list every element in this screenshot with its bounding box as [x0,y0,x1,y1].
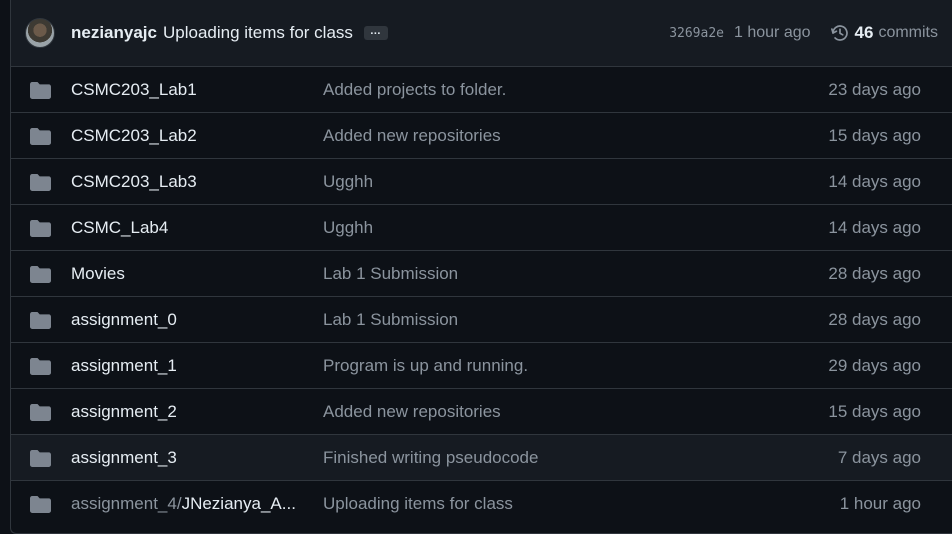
file-commit-message[interactable]: Program is up and running. [323,356,528,376]
file-row[interactable]: assignment_4/JNezianya_A... Uploading it… [11,481,952,527]
commits-count: 46 [854,23,874,42]
file-name[interactable]: CSMC203_Lab1 [71,80,197,100]
expand-commit-button[interactable]: … [363,26,388,40]
commit-sha[interactable]: 3269a2e [669,26,724,41]
file-name[interactable]: CSMC203_Lab2 [71,126,197,146]
file-commit-message[interactable]: Ugghh [323,218,373,238]
file-commit-message[interactable]: Finished writing pseudocode [323,448,538,468]
file-commit-time: 15 days ago [828,401,921,421]
file-row[interactable]: assignment_0 Lab 1 Submission 28 days ag… [11,297,952,343]
folder-icon [30,220,51,237]
folder-icon [30,404,51,421]
avatar[interactable] [25,18,55,48]
file-row[interactable]: CSMC_Lab4 Ugghh 14 days ago [11,205,952,251]
file-name[interactable]: assignment_2 [71,402,177,422]
file-name[interactable]: assignment_3 [71,448,177,468]
commit-message[interactable]: Uploading items for class [163,23,353,43]
file-commit-time: 28 days ago [828,263,921,283]
file-name[interactable]: assignment_0 [71,310,177,330]
file-commit-time: 28 days ago [828,309,921,329]
folder-icon [30,358,51,375]
folder-icon [30,496,51,513]
file-commit-message[interactable]: Lab 1 Submission [323,310,458,330]
folder-icon [30,450,51,467]
file-commit-message[interactable]: Ugghh [323,172,373,192]
history-icon [830,25,848,41]
file-commit-time: 15 days ago [828,125,921,145]
file-row[interactable]: Movies Lab 1 Submission 28 days ago [11,251,952,297]
file-commit-message[interactable]: Added new repositories [323,402,501,422]
file-commit-message[interactable]: Uploading items for class [323,494,513,514]
file-name[interactable]: Movies [71,264,125,284]
file-commit-time: 23 days ago [828,79,921,99]
commits-link[interactable]: 46 commits [830,23,938,43]
file-row[interactable]: assignment_3 Finished writing pseudocode… [11,435,952,481]
folder-icon [30,128,51,145]
folder-icon [30,312,51,329]
file-commit-message[interactable]: Lab 1 Submission [323,264,458,284]
commit-author[interactable]: nezianyajc [71,23,157,43]
file-name[interactable]: CSMC203_Lab3 [71,172,197,192]
file-row[interactable]: CSMC203_Lab3 Ugghh 14 days ago [11,159,952,205]
file-name[interactable]: CSMC_Lab4 [71,218,168,238]
file-commit-message[interactable]: Added new repositories [323,126,501,146]
file-row[interactable]: CSMC203_Lab2 Added new repositories 15 d… [11,113,952,159]
file-browser: nezianyajc Uploading items for class … 3… [10,0,952,534]
file-name[interactable]: assignment_4/JNezianya_A... [71,494,296,514]
file-name-suffix: JNezianya_A... [181,494,296,513]
folder-icon [30,82,51,99]
latest-commit-bar: nezianyajc Uploading items for class … 3… [11,0,952,67]
file-commit-message[interactable]: Added projects to folder. [323,80,506,100]
file-name[interactable]: assignment_1 [71,356,177,376]
commit-time[interactable]: 1 hour ago [734,24,811,42]
file-list: CSMC203_Lab1 Added projects to folder. 2… [11,67,952,527]
folder-icon [30,174,51,191]
folder-icon [30,266,51,283]
file-name-prefix: assignment_4/ [71,494,182,513]
file-row[interactable]: assignment_2 Added new repositories 15 d… [11,389,952,435]
file-commit-time: 14 days ago [828,217,921,237]
file-commit-time: 29 days ago [828,355,921,375]
file-commit-time: 14 days ago [828,171,921,191]
file-row[interactable]: assignment_1 Program is up and running. … [11,343,952,389]
file-commit-time: 1 hour ago [839,494,921,513]
file-row[interactable]: CSMC203_Lab1 Added projects to folder. 2… [11,67,952,113]
file-commit-time: 7 days ago [837,447,921,467]
commits-label: commits [878,24,938,41]
